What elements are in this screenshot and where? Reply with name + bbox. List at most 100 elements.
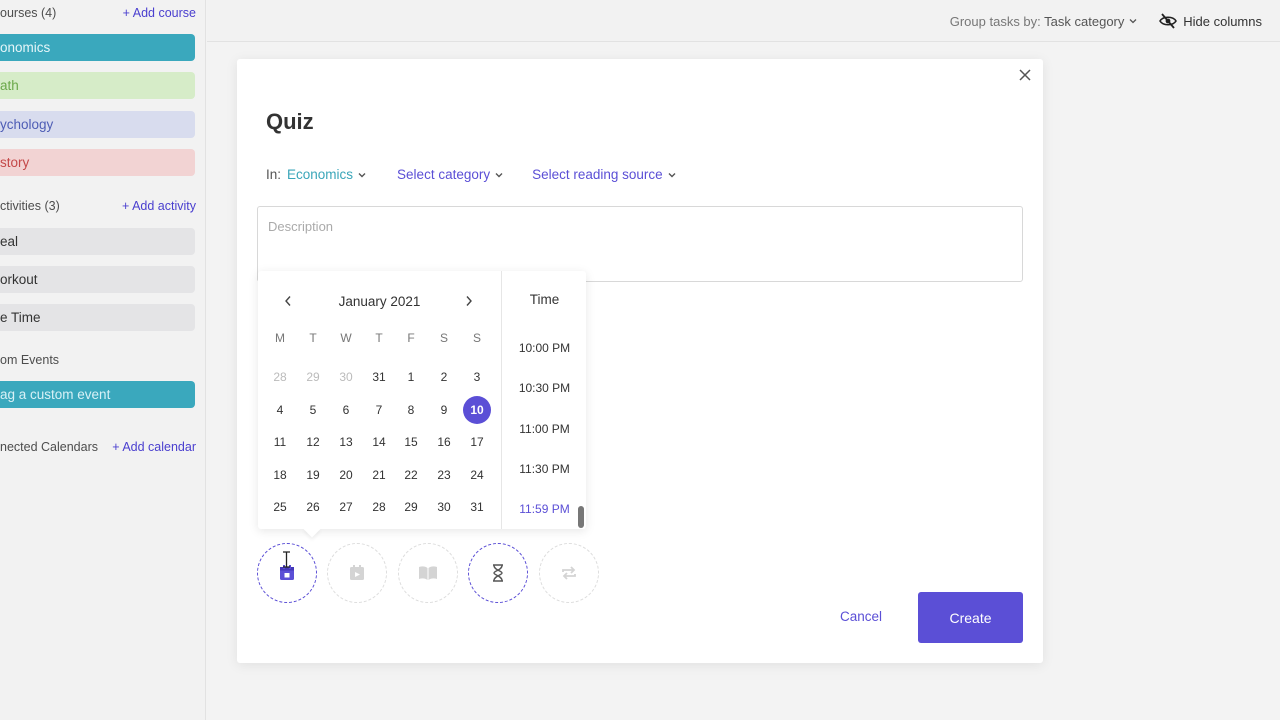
calendar-day[interactable]: 14 — [365, 428, 393, 456]
chevron-right-icon — [466, 296, 472, 306]
sidebar-course-item[interactable]: onomics — [0, 34, 195, 61]
add-calendar-link[interactable]: + Add calendar — [112, 440, 196, 454]
book-icon — [419, 566, 437, 580]
calendar-day[interactable]: 3 — [463, 363, 491, 391]
time-header: Time — [529, 292, 560, 307]
calendar-day[interactable]: 25 — [266, 493, 294, 521]
calendar-day[interactable]: 8 — [397, 396, 425, 424]
time-option[interactable]: 10:30 PM — [502, 381, 587, 395]
sidebar-course-item[interactable]: story — [0, 149, 195, 176]
time-option[interactable]: 11:00 PM — [502, 422, 587, 436]
calendar-day[interactable]: 20 — [332, 461, 360, 489]
calendar-day[interactable]: 6 — [332, 396, 360, 424]
calendar-day[interactable]: 29 — [299, 363, 327, 391]
custom-event-drag-item[interactable]: ag a custom event — [0, 381, 195, 408]
calendars-title: nected Calendars — [0, 440, 98, 454]
calendar-day[interactable]: 28 — [266, 363, 294, 391]
hide-columns-button[interactable]: Hide columns — [1159, 13, 1262, 29]
calendar-day[interactable]: 16 — [430, 428, 458, 456]
task-meta-row: In: Economics Select category Select rea… — [266, 167, 677, 182]
close-icon — [1019, 69, 1031, 81]
calendar-day[interactable]: 23 — [430, 461, 458, 489]
calendar-day[interactable]: 27 — [332, 493, 360, 521]
text-cursor-icon — [283, 551, 290, 568]
course-select[interactable]: Economics — [287, 167, 367, 182]
create-button[interactable]: Create — [918, 592, 1023, 643]
chevron-down-icon — [495, 172, 503, 177]
calendar-day[interactable]: 13 — [332, 428, 360, 456]
in-label: In: — [266, 167, 282, 182]
calendar-day[interactable]: 30 — [430, 493, 458, 521]
next-month-button[interactable] — [459, 289, 479, 313]
calendar-day[interactable]: 2 — [430, 363, 458, 391]
sidebar-activity-item[interactable]: eal — [0, 228, 195, 255]
calendar-day[interactable]: 17 — [463, 428, 491, 456]
category-select[interactable]: Select category — [397, 167, 504, 182]
calendar: January 2021 MTWTFSS 28 29 30 31 1 2 3 4 5 6 7 8 9 10… — [258, 271, 501, 529]
calendar-day[interactable]: 9 — [430, 396, 458, 424]
time-option[interactable]: 11:59 PM — [502, 502, 587, 516]
chevron-down-icon — [1129, 19, 1137, 24]
duration-button[interactable] — [468, 543, 528, 603]
modal-title: Quiz — [266, 109, 314, 134]
calendar-day[interactable]: 19 — [299, 461, 327, 489]
calendar-day[interactable]: 1 — [397, 363, 425, 391]
calendar-day[interactable]: 4 — [266, 396, 294, 424]
chevron-down-icon — [358, 172, 366, 177]
close-button[interactable] — [1015, 65, 1035, 85]
calendar-day[interactable]: 21 — [365, 461, 393, 489]
category-select-label: Select category — [397, 167, 491, 182]
date-time-picker: January 2021 MTWTFSS 28 29 30 31 1 2 3 4 5 6 7 8 9 10… — [258, 271, 586, 529]
time-option[interactable]: 10:00 PM — [502, 341, 587, 355]
hide-columns-label: Hide columns — [1183, 13, 1262, 29]
time-scrollbar[interactable] — [578, 506, 584, 528]
sidebar-activity-item[interactable]: orkout — [0, 266, 195, 293]
sidebar-course-item[interactable]: ychology — [0, 111, 195, 138]
activities-header: ctivities (3) + Add activity — [0, 199, 196, 213]
calendar-day[interactable]: 31 — [365, 363, 393, 391]
weekday-label: S — [472, 331, 481, 345]
calendars-header: nected Calendars + Add calendar — [0, 440, 196, 454]
time-option[interactable]: 11:30 PM — [502, 462, 587, 476]
group-by-value: Task category — [1044, 14, 1125, 29]
custom-events-title: om Events — [0, 353, 60, 367]
description-placeholder: Description — [268, 219, 334, 234]
calendar-day[interactable]: 11 — [266, 428, 294, 456]
calendar-day[interactable]: 12 — [299, 428, 327, 456]
repeat-icon — [562, 566, 576, 580]
weekday-label: T — [375, 331, 383, 345]
add-activity-link[interactable]: + Add activity — [122, 199, 196, 213]
sidebar-course-item[interactable]: ath — [0, 72, 195, 99]
time-list: Time 10:00 PM 10:30 PM 11:00 PM 11:30 PM 11:… — [501, 271, 586, 529]
selected-day[interactable]: 10 — [463, 396, 491, 424]
main-toolbar: Group tasks by: Task category Hide colum… — [207, 0, 1280, 42]
calendar-day[interactable]: 18 — [266, 461, 294, 489]
calendar-day[interactable]: 29 — [397, 493, 425, 521]
reading-button[interactable] — [398, 543, 458, 603]
weekday-label: T — [309, 331, 317, 345]
reading-source-select-label: Select reading source — [532, 167, 663, 182]
calendar-day[interactable]: 7 — [365, 396, 393, 424]
sidebar-activity-item[interactable]: e Time — [0, 304, 195, 331]
group-by-control[interactable]: Group tasks by: Task category — [950, 14, 1138, 29]
calendar-day[interactable]: 26 — [299, 493, 327, 521]
weekday-label: S — [439, 331, 448, 345]
calendar-day[interactable]: 28 — [365, 493, 393, 521]
calendar-day[interactable]: 30 — [332, 363, 360, 391]
calendar-day[interactable]: 5 — [299, 396, 327, 424]
activities-title: ctivities (3) — [0, 199, 60, 213]
calendar-day[interactable]: 15 — [397, 428, 425, 456]
add-course-link[interactable]: + Add course — [123, 6, 196, 20]
custom-events-header: om Events — [0, 353, 196, 367]
weekday-label: F — [407, 331, 415, 345]
calendar-day[interactable]: 22 — [397, 461, 425, 489]
courses-header: ourses (4) + Add course — [0, 6, 196, 20]
calendar-day[interactable]: 31 — [463, 493, 491, 521]
cancel-button[interactable]: Cancel — [840, 609, 882, 624]
eye-off-icon — [1159, 13, 1178, 29]
group-by-label: Group tasks by: — [949, 14, 1041, 29]
start-date-button[interactable] — [327, 543, 387, 603]
reading-source-select[interactable]: Select reading source — [532, 167, 677, 182]
repeat-button[interactable] — [539, 543, 599, 603]
calendar-day[interactable]: 24 — [463, 461, 491, 489]
